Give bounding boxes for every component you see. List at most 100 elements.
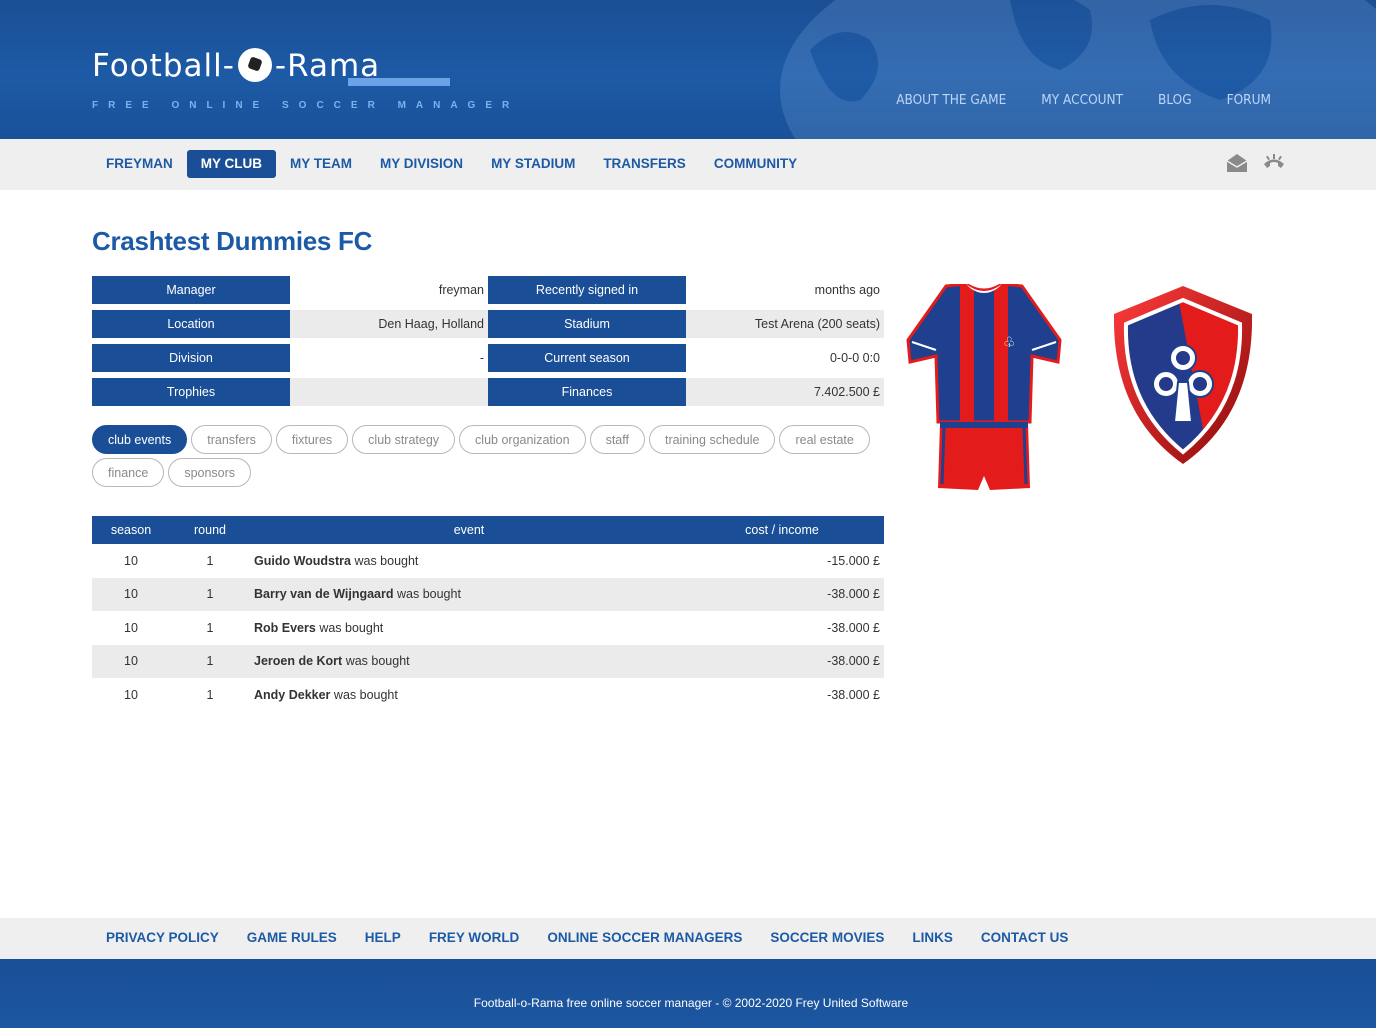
cell-cost-income: -38.000 £ xyxy=(684,644,884,678)
info-label-recently-signed-in: Recently signed in xyxy=(488,276,686,304)
top-link-blog[interactable]: BLOG xyxy=(1158,92,1192,108)
tab-club-events[interactable]: club events xyxy=(92,425,188,454)
player-link[interactable]: Barry van de Wijngaard xyxy=(254,587,394,601)
top-link-about-the-game[interactable]: ABOUT THE GAME xyxy=(896,92,1006,108)
footer-link-soccer-movies[interactable]: SOCCER MOVIES xyxy=(756,930,898,945)
tab-sponsors[interactable]: sponsors xyxy=(168,458,252,487)
main-nav: FREYMAN MY CLUB MY TEAM MY DIVISION MY S… xyxy=(0,139,1376,190)
footer-link-frey-world[interactable]: FREY WORLD xyxy=(415,930,534,945)
tab-finance[interactable]: finance xyxy=(92,458,165,487)
info-label-current-season: Current season xyxy=(488,344,686,372)
info-label-division: Division xyxy=(92,344,290,372)
tab-training-schedule[interactable]: training schedule xyxy=(648,425,776,454)
info-label-finances: Finances xyxy=(488,378,686,406)
top-nav: ABOUT THE GAME MY ACCOUNT BLOG FORUM xyxy=(896,92,1271,108)
info-value-stadium[interactable]: Test Arena (200 seats) xyxy=(686,310,884,338)
footer-link-privacy-policy[interactable]: PRIVACY POLICY xyxy=(92,930,233,945)
top-link-forum[interactable]: FORUM xyxy=(1227,92,1271,108)
cell-event: Jeroen de Kort was bought xyxy=(250,644,684,678)
cell-cost-income: -38.000 £ xyxy=(827,687,880,702)
event-text: was bought xyxy=(393,587,461,602)
nav-item-freyman[interactable]: FREYMAN xyxy=(92,150,187,178)
player-link[interactable]: Jeroen de Kort xyxy=(254,654,342,668)
club-kit-image: ♧ xyxy=(906,284,1062,490)
site-footer: Football-o-Rama free online soccer manag… xyxy=(0,959,1376,1028)
cell-round: 1 xyxy=(170,644,250,678)
club-info-grid: Manager freyman Recently signed in month… xyxy=(92,276,884,412)
club-name-title: Crashtest Dummies FC xyxy=(92,226,373,256)
tab-club-organization[interactable]: club organization xyxy=(459,425,586,454)
footer-link-game-rules[interactable]: GAME RULES xyxy=(233,930,351,945)
info-value-finances: 7.402.500 £ xyxy=(686,378,884,406)
footer-link-online-soccer-managers[interactable]: ONLINE SOCCER MANAGERS xyxy=(533,930,756,945)
cell-season: 10 xyxy=(92,644,170,678)
info-row: Trophies Finances 7.402.500 £ xyxy=(92,378,884,412)
tab-staff[interactable]: staff xyxy=(589,425,645,454)
info-label-manager: Manager xyxy=(92,276,290,304)
info-row: Manager freyman Recently signed in month… xyxy=(92,276,884,310)
footer-link-contact-us[interactable]: CONTACT US xyxy=(967,930,1083,945)
world-map-background xyxy=(780,0,1376,139)
info-value-current-season: 0-0-0 0:0 xyxy=(829,351,880,365)
column-header-event: event xyxy=(250,516,684,544)
info-label-location: Location xyxy=(92,310,290,338)
footer-link-help[interactable]: HELP xyxy=(351,930,415,945)
info-value-location: Den Haag, Holland xyxy=(290,310,488,338)
cell-round: 1 xyxy=(206,553,214,568)
cell-cost-income: -15.000 £ xyxy=(827,553,880,568)
info-row: Division - Current season 0-0-0 0:0 xyxy=(92,344,884,378)
copyright-text: Football-o-Rama free online soccer manag… xyxy=(473,996,909,1010)
cell-cost-income: -38.000 £ xyxy=(827,620,880,635)
info-value-manager[interactable]: freyman xyxy=(290,276,488,304)
table-row: 10 1 Barry van de Wijngaard was bought -… xyxy=(92,577,884,611)
table-row: 10 1 Guido Woudstra was bought -15.000 £ xyxy=(92,544,884,578)
column-header-round: round xyxy=(170,516,250,544)
logo-tagline: FREE ONLINE SOCCER MANAGER xyxy=(92,100,520,111)
cell-season: 10 xyxy=(124,553,138,568)
table-row: 10 1 Jeroen de Kort was bought -38.000 £ xyxy=(92,644,884,678)
nav-item-my-club[interactable]: MY CLUB xyxy=(186,150,277,178)
event-text: was bought xyxy=(330,687,398,702)
event-text: was bought xyxy=(351,553,419,568)
site-logo[interactable]: Football- -Rama FREE ONLINE SOCCER MANAGE… xyxy=(92,40,509,120)
club-events-table: season round event cost / income 10 1 Gu… xyxy=(92,516,884,712)
info-row: Location Den Haag, Holland Stadium Test … xyxy=(92,310,884,344)
info-value-trophies xyxy=(290,378,488,406)
cell-event: Rob Evers was bought xyxy=(250,611,684,645)
table-header-row: season round event cost / income xyxy=(92,516,884,544)
player-link[interactable]: Andy Dekker xyxy=(254,688,330,702)
club-tabs: club events transfers fixtures club stra… xyxy=(92,425,884,487)
footer-link-links[interactable]: LINKS xyxy=(898,930,967,945)
cell-season: 10 xyxy=(92,577,170,611)
cell-round: 1 xyxy=(206,620,214,635)
mail-icon[interactable] xyxy=(1226,152,1248,174)
column-header-season: season xyxy=(92,516,170,544)
top-link-my-account[interactable]: MY ACCOUNT xyxy=(1041,92,1123,108)
site-header: Football- -Rama FREE ONLINE SOCCER MANAGE… xyxy=(0,0,1376,139)
nav-item-transfers[interactable]: TRANSFERS xyxy=(589,150,700,178)
tab-fixtures[interactable]: fixtures xyxy=(275,425,349,454)
nav-item-my-division[interactable]: MY DIVISION xyxy=(366,150,477,178)
cell-round: 1 xyxy=(206,687,214,702)
nav-item-my-team[interactable]: MY TEAM xyxy=(276,150,366,178)
nav-item-my-stadium[interactable]: MY STADIUM xyxy=(477,150,589,178)
info-value-recently-signed-in: months ago xyxy=(814,283,880,297)
cell-round: 1 xyxy=(170,577,250,611)
cell-event: Guido Woudstra was bought xyxy=(250,544,684,578)
cell-cost-income: -38.000 £ xyxy=(684,577,884,611)
soccer-ball-icon xyxy=(237,48,272,82)
phone-icon[interactable] xyxy=(1262,152,1286,174)
nav-item-community[interactable]: COMMUNITY xyxy=(700,150,811,178)
player-link[interactable]: Rob Evers xyxy=(254,621,316,635)
event-text: was bought xyxy=(315,620,384,635)
table-row: 10 1 Rob Evers was bought -38.000 £ xyxy=(92,611,884,645)
table-row: 10 1 Andy Dekker was bought -38.000 £ xyxy=(92,678,884,712)
tab-real-estate[interactable]: real estate xyxy=(779,425,870,454)
cell-season: 10 xyxy=(124,687,138,702)
cell-season: 10 xyxy=(124,620,138,635)
player-link[interactable]: Guido Woudstra xyxy=(254,554,351,568)
tab-club-strategy[interactable]: club strategy xyxy=(352,425,456,454)
cell-event: Andy Dekker was bought xyxy=(250,678,684,712)
info-label-trophies: Trophies xyxy=(92,378,290,406)
tab-transfers[interactable]: transfers xyxy=(191,425,272,454)
